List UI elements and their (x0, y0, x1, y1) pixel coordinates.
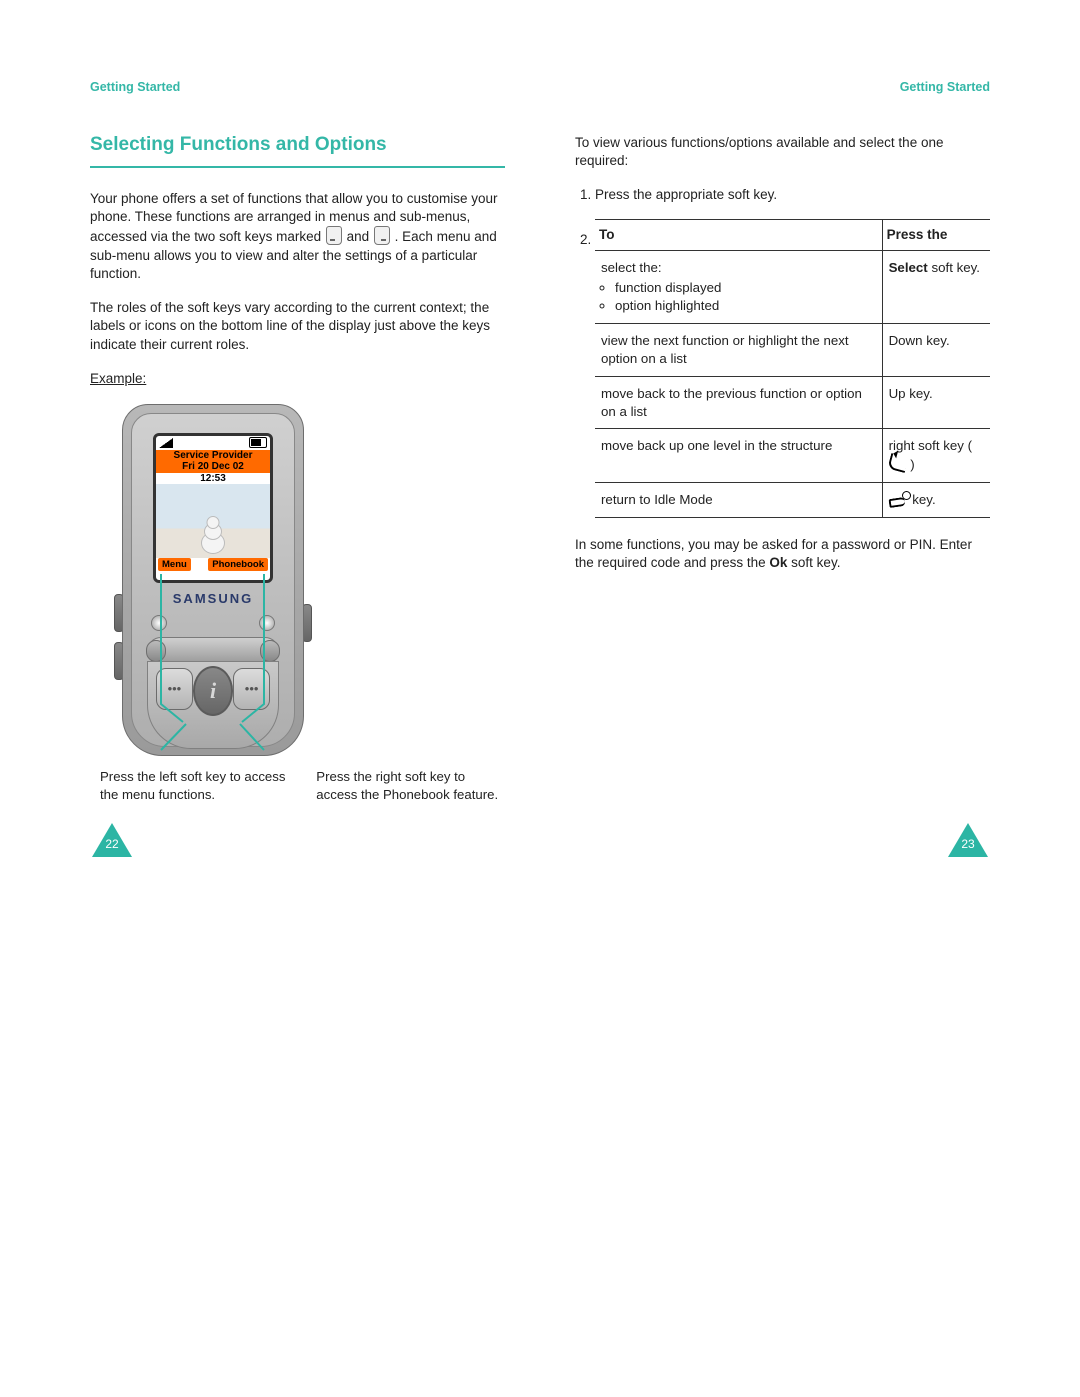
return-arrow-icon (887, 453, 909, 473)
step-2: To Press the select the: function displa… (595, 219, 990, 519)
phone-captions: Press the left soft key to access the me… (100, 768, 505, 804)
running-header-right: Getting Started (575, 80, 990, 94)
phone-screen: Service Provider Fri 20 Dec 02 12:53 Men… (153, 433, 273, 583)
row2-press: Down key. (882, 323, 990, 376)
row1-press-rest: soft key. (931, 260, 980, 275)
right-page: Getting Started To view various function… (575, 80, 990, 804)
softkey-left-button: ••• (156, 668, 193, 710)
row5-to: return to Idle Mode (595, 483, 882, 518)
row2-to: view the next function or highlight the … (595, 323, 882, 376)
row3-to: move back to the previous function or op… (595, 376, 882, 429)
tbl-head-to: To (595, 219, 882, 250)
outro-bold: Ok (769, 555, 787, 570)
screen-wallpaper (156, 484, 270, 558)
end-call-key-icon (889, 494, 909, 506)
table-row: move back up one level in the structure … (595, 429, 990, 483)
row1-to-a: select the: (601, 260, 662, 275)
row1-bullets: function displayed option highlighted (601, 279, 876, 315)
section-title: Selecting Functions and Options (90, 134, 505, 168)
row4-press-a: right soft key ( (889, 438, 973, 453)
phone-body: Service Provider Fri 20 Dec 02 12:53 Men… (122, 404, 304, 756)
left-softkey-icon (326, 226, 342, 245)
caption-right: Press the right soft key to access the P… (316, 768, 502, 804)
manual-spread: Getting Started Selecting Functions and … (0, 0, 1080, 1397)
row4-to: move back up one level in the structure (595, 429, 882, 483)
snowman-graphic (202, 514, 224, 554)
intro-text-b: and (347, 229, 373, 244)
screen-date: Fri 20 Dec 02 (156, 461, 270, 473)
signal-icon (159, 438, 173, 448)
screen-status-bar (156, 436, 270, 450)
running-header-left: Getting Started (90, 80, 505, 94)
table-row: return to Idle Mode key. (595, 483, 990, 518)
phone-brand: SAMSUNG (123, 591, 303, 606)
page-number-left: 22 (92, 823, 132, 857)
row3-press: Up key. (882, 376, 990, 429)
screen-time: 12:53 (156, 473, 270, 485)
two-column-layout: Getting Started Selecting Functions and … (90, 80, 990, 804)
right-softkey-icon (374, 226, 390, 245)
row5-press: key. (912, 492, 935, 507)
outro-paragraph: In some functions, you may be asked for … (575, 536, 990, 572)
row1-to-b: function displayed (615, 279, 876, 297)
screen-softkey-left: Menu (158, 558, 191, 571)
screen-provider: Service Provider (156, 450, 270, 462)
steps-list: Press the appropriate soft key. To Press… (575, 186, 990, 518)
row4-press-b: ) (910, 457, 914, 472)
hinge-dot (151, 615, 167, 631)
row1-to-c: option highlighted (615, 297, 876, 315)
tbl-head-press: Press the (882, 219, 990, 250)
row1-press-bold: Select (889, 260, 928, 275)
roles-paragraph: The roles of the soft keys vary accordin… (90, 299, 505, 354)
phone-keypad-top: ••• i ••• (147, 661, 279, 749)
hinge-dot (259, 615, 275, 631)
nav-center-button: i (193, 666, 233, 716)
intro-paragraph: Your phone offers a set of functions tha… (90, 190, 505, 283)
screen-softkey-right: Phonebook (208, 558, 268, 571)
left-page: Getting Started Selecting Functions and … (90, 80, 505, 804)
table-row: select the: function displayed option hi… (595, 250, 990, 323)
softkey-right-button: ••• (233, 668, 270, 710)
page-number-right-value: 23 (948, 837, 988, 851)
step-1: Press the appropriate soft key. (595, 186, 990, 204)
outro-b: soft key. (791, 555, 840, 570)
example-label: Example: (90, 370, 505, 388)
phone-illustration: Service Provider Fri 20 Dec 02 12:53 Men… (108, 404, 318, 764)
right-intro: To view various functions/options availa… (575, 134, 990, 170)
page-number-right: 23 (948, 823, 988, 857)
caption-left: Press the left soft key to access the me… (100, 768, 286, 804)
table-row: view the next function or highlight the … (595, 323, 990, 376)
table-row: move back to the previous function or op… (595, 376, 990, 429)
screen-softkey-labels: Menu Phonebook (156, 558, 270, 571)
action-table: To Press the select the: function displa… (595, 219, 990, 519)
battery-icon (249, 437, 267, 448)
page-number-left-value: 22 (92, 837, 132, 851)
